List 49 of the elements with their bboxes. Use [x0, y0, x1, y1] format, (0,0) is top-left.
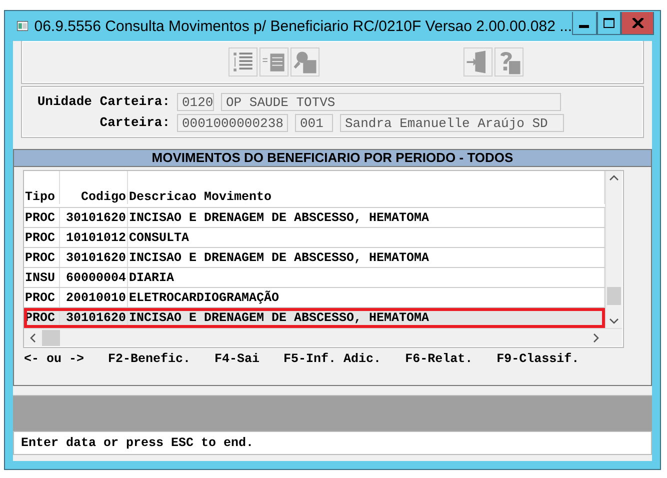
column-header[interactable]: Tipo	[24, 171, 60, 204]
table-cell: PROC	[24, 288, 60, 307]
app-icon	[17, 19, 28, 33]
table-cell: PROC	[24, 228, 60, 247]
input-field[interactable]: 001	[295, 114, 333, 132]
close-icon	[632, 18, 644, 28]
table-cell: 60000004	[60, 268, 128, 287]
list-icon[interactable]	[259, 47, 289, 77]
column-header[interactable]: Codigo	[60, 171, 128, 204]
table-cell: INSU	[24, 268, 60, 287]
input-field[interactable]: OP SAUDE TOTVS	[221, 92, 561, 110]
sort-list-icon[interactable]	[228, 47, 258, 77]
horizontal-scrollbar[interactable]	[24, 328, 622, 346]
help-icon[interactable]	[494, 47, 524, 77]
close-button[interactable]	[621, 12, 654, 34]
table-row[interactable]: PROC 30101620 INCISAO E DRENAGEM DE ABSCESSO, HEMATOMA	[24, 248, 605, 268]
shortcut-hint: F5-Inf. Adic.	[284, 352, 382, 366]
key-icon[interactable]	[290, 47, 320, 77]
table-cell: 30101620	[60, 208, 128, 227]
shortcut-hint: F9-Classif.	[496, 352, 580, 366]
scroll-thumb[interactable]	[42, 330, 60, 346]
section-header: MOVIMENTOS DO BENEFICIARIO POR PERIODO - TODOS	[14, 150, 651, 167]
table-row[interactable]: PROC 30101620 INCISAO E DRENAGEM DE ABSCESSO, HEMATOMA	[24, 208, 605, 228]
table-cell: PROC	[24, 208, 60, 227]
minimize-button[interactable]	[572, 12, 597, 34]
field-label: Unidade Carteira:	[36, 94, 170, 109]
table-cell: 10101012	[60, 228, 128, 247]
input-field[interactable]: 0120	[177, 92, 214, 110]
table-row[interactable]: PROC 10101012 CONSULTA	[24, 228, 605, 248]
minimize-icon	[579, 24, 590, 28]
table-cell: 30101620	[60, 248, 128, 267]
vertical-scrollbar[interactable]	[605, 171, 622, 328]
maximize-icon	[602, 18, 615, 28]
maximize-button[interactable]	[596, 12, 622, 34]
window-title: 06.9.5556 Consulta Movimentos p/ Beneficiario RC/0210F Versao 2.00.00.082 ...	[34, 18, 572, 34]
table-cell: PROC	[24, 248, 60, 267]
table-cell: 20010010	[60, 288, 128, 307]
scroll-thumb[interactable]	[607, 287, 621, 305]
shortcut-hint: F6-Relat.	[405, 352, 473, 366]
exit-icon[interactable]	[463, 47, 493, 77]
field-label: Carteira:	[98, 115, 170, 130]
table-row[interactable]: INSU 60000004 DIARIA	[24, 268, 605, 288]
shortcut-hint: F4-Sai	[214, 352, 260, 366]
table-cell: 30101620	[60, 308, 128, 327]
status-message: Enter data or press ESC to end.	[13, 431, 652, 455]
shortcut-hint: F2-Benefic.	[108, 352, 191, 366]
input-field[interactable]: Sandra Emanuelle Araújo SD	[340, 114, 564, 132]
input-field[interactable]: 0001000000238	[177, 114, 288, 132]
shortcut-hint: <- ou ->	[24, 352, 84, 366]
